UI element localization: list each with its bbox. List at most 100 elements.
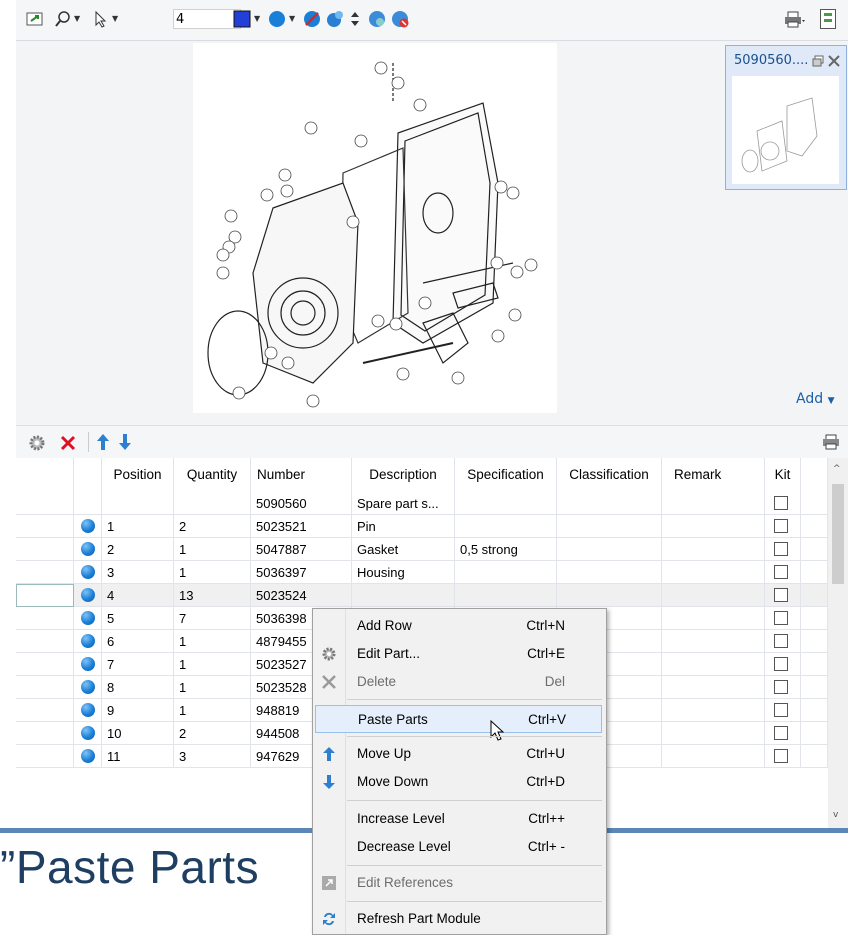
quantity-cell[interactable]: 2 [174,515,251,538]
filler-cell[interactable] [801,492,828,515]
position-cell[interactable]: 1 [102,515,174,538]
remark-cell[interactable] [662,515,765,538]
menu-item-delete[interactable]: Delete Del [315,668,602,696]
kit-cell[interactable] [765,745,801,768]
position-cell[interactable]: 2 [102,538,174,561]
position-cell[interactable]: 10 [102,722,174,745]
row-header-cell[interactable] [16,515,74,538]
classification-cell[interactable] [557,515,662,538]
column-header-specification[interactable]: Specification [455,458,557,492]
remark-cell[interactable] [662,492,765,515]
kit-checkbox[interactable] [774,542,788,556]
scroll-up-icon[interactable]: ^ [833,464,841,474]
kit-checkbox[interactable] [774,519,788,533]
quantity-cell[interactable]: 7 [174,607,251,630]
row-header-cell[interactable] [16,607,74,630]
kit-checkbox[interactable] [774,657,788,671]
position-cell[interactable]: 11 [102,745,174,768]
remark-cell[interactable] [662,699,765,722]
filler-cell[interactable] [801,676,828,699]
description-cell[interactable]: Pin [352,515,455,538]
filler-cell[interactable] [801,653,828,676]
quantity-cell[interactable]: 1 [174,653,251,676]
menu-item-edit-references[interactable]: Edit References [315,869,602,897]
filler-cell[interactable] [801,722,828,745]
remark-cell[interactable] [662,745,765,768]
menu-item-paste-parts[interactable]: Paste Parts Ctrl+V [315,705,602,733]
remark-cell[interactable] [662,538,765,561]
specification-cell[interactable] [455,561,557,584]
row-header-cell[interactable] [16,584,74,607]
kit-checkbox[interactable] [774,703,788,717]
filler-cell[interactable] [801,515,828,538]
pointer-icon[interactable] [92,10,110,28]
row-header-cell[interactable] [16,538,74,561]
row-header-cell[interactable] [16,699,74,722]
row-header-cell[interactable] [16,676,74,699]
bullet-cell[interactable] [74,515,102,538]
kit-cell[interactable] [765,584,801,607]
chevron-down-icon[interactable]: ▼ [112,14,118,23]
row-header-cell[interactable] [16,722,74,745]
quantity-cell[interactable]: 1 [174,699,251,722]
menu-item-decrease-level[interactable]: Decrease Level Ctrl+ - [315,833,602,861]
position-cell[interactable] [102,492,174,515]
kit-cell[interactable] [765,676,801,699]
column-header-kit[interactable]: Kit [765,458,801,492]
kit-checkbox[interactable] [774,565,788,579]
column-header-description[interactable]: Description [352,458,455,492]
classification-cell[interactable] [557,492,662,515]
menu-item-move-down[interactable]: Move Down Ctrl+D [315,768,602,796]
description-cell[interactable]: Gasket [352,538,455,561]
remark-cell[interactable] [662,561,765,584]
balloon-icon[interactable] [326,10,344,28]
description-cell[interactable] [352,584,455,607]
classification-cell[interactable] [557,561,662,584]
quantity-cell[interactable]: 1 [174,676,251,699]
row-header-cell[interactable] [16,561,74,584]
kit-cell[interactable] [765,630,801,653]
bullet-cell[interactable] [74,699,102,722]
remark-cell[interactable] [662,607,765,630]
bullet-cell[interactable] [74,492,102,515]
position-cell[interactable]: 9 [102,699,174,722]
filler-cell[interactable] [801,561,828,584]
kit-cell[interactable] [765,515,801,538]
bullet-cell[interactable] [74,561,102,584]
kit-checkbox[interactable] [774,749,788,763]
add-drawing-button[interactable]: Add ▼ [796,391,834,407]
scrollbar-thumb[interactable] [832,484,844,584]
zoom-level-input[interactable]: 4 [173,9,241,29]
kit-cell[interactable] [765,722,801,745]
bullet-cell[interactable] [74,538,102,561]
number-cell[interactable]: 5090560 [251,492,352,515]
chevron-down-icon[interactable]: ▼ [74,14,80,23]
kit-checkbox[interactable] [774,680,788,694]
kit-cell[interactable] [765,561,801,584]
position-cell[interactable]: 7 [102,653,174,676]
chevron-down-icon[interactable]: ▼ [289,14,295,23]
print-icon[interactable] [822,434,840,450]
column-header-position[interactable]: Position [102,458,174,492]
bullet-cell[interactable] [74,745,102,768]
kit-cell[interactable] [765,653,801,676]
kit-cell[interactable] [765,607,801,630]
menu-item-edit-part[interactable]: Edit Part... Ctrl+E [315,640,602,668]
kit-checkbox[interactable] [774,634,788,648]
filler-cell[interactable] [801,745,828,768]
remark-cell[interactable] [662,584,765,607]
menu-item-add-row[interactable]: Add Row Ctrl+N [315,612,602,640]
kit-checkbox[interactable] [774,611,788,625]
filler-cell[interactable] [801,538,828,561]
drawing-thumbnail-card[interactable]: 5090560.... [725,45,847,190]
specification-cell[interactable] [455,584,557,607]
kit-cell[interactable] [765,492,801,515]
position-cell[interactable]: 6 [102,630,174,653]
move-down-icon[interactable] [118,433,132,451]
kit-cell[interactable] [765,538,801,561]
move-up-icon[interactable] [96,433,110,451]
hide-icon[interactable] [303,10,321,28]
kit-checkbox[interactable] [774,588,788,602]
number-cell[interactable]: 5023524 [251,584,352,607]
close-icon[interactable] [828,55,840,67]
